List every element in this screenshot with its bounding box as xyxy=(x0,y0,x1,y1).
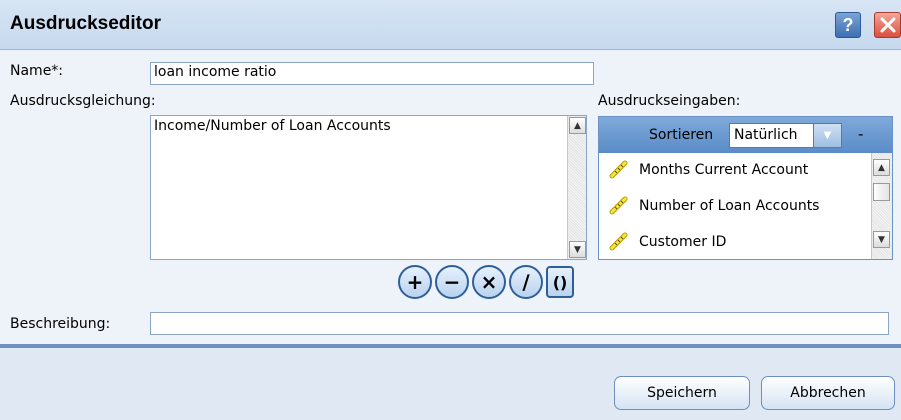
inputs-header: Sortieren Natürlich ▼ - xyxy=(599,117,892,153)
scroll-down-button[interactable]: ▼ xyxy=(569,241,586,258)
collapse-button[interactable]: - xyxy=(858,125,863,143)
operator-buttons: + − × ∕ () xyxy=(398,265,574,299)
multiply-icon: × xyxy=(480,270,498,294)
equation-textarea[interactable]: Income/Number of Loan Accounts ▲ ▼ xyxy=(150,115,587,260)
divide-icon: ∕ xyxy=(522,270,530,294)
sort-label: Sortieren xyxy=(649,127,714,143)
name-label: Name*: xyxy=(10,63,64,79)
title-bar: Ausdruckseditor ? xyxy=(0,0,901,50)
minus-icon: − xyxy=(443,270,461,294)
equation-label: Ausdrucksgleichung: xyxy=(10,93,156,109)
list-item-label: Customer ID xyxy=(639,234,727,250)
window-title: Ausdruckseditor xyxy=(10,13,161,34)
ruler-icon xyxy=(609,160,628,179)
inputs-scrollbar[interactable]: ▲ ▼ xyxy=(871,153,892,259)
ruler-icon xyxy=(609,232,628,251)
close-button[interactable] xyxy=(874,12,901,38)
parentheses-button[interactable]: () xyxy=(546,266,574,298)
divide-button[interactable]: ∕ xyxy=(509,265,543,299)
list-item-label: Months Current Account xyxy=(639,162,809,178)
description-label: Beschreibung: xyxy=(10,316,111,332)
equation-scrollbar[interactable]: ▲ ▼ xyxy=(567,116,586,259)
list-item-label: Number of Loan Accounts xyxy=(639,198,820,214)
plus-button[interactable]: + xyxy=(398,265,432,299)
inputs-label: Ausdruckseingaben: xyxy=(598,93,741,109)
help-button[interactable]: ? xyxy=(835,12,861,38)
dialog-footer: Speichern Abbrechen xyxy=(0,348,901,420)
arrow-down-icon: ▼ xyxy=(878,234,885,245)
dialog-content: Name*: loan income ratio Ausdrucksgleich… xyxy=(0,51,901,371)
help-icon: ? xyxy=(842,14,854,35)
cancel-button[interactable]: Abbrechen xyxy=(761,376,895,410)
chevron-down-icon[interactable]: ▼ xyxy=(813,124,841,147)
equation-text: Income/Number of Loan Accounts xyxy=(154,118,391,134)
scroll-up-button[interactable]: ▲ xyxy=(569,117,586,134)
arrow-down-icon: ▼ xyxy=(574,244,581,255)
list-item[interactable]: Number of Loan Accounts xyxy=(599,189,871,225)
save-button[interactable]: Speichern xyxy=(614,376,750,410)
description-input[interactable] xyxy=(150,312,889,335)
name-input[interactable]: loan income ratio xyxy=(150,62,594,85)
multiply-button[interactable]: × xyxy=(472,265,506,299)
sort-value: Natürlich xyxy=(734,127,798,143)
parentheses-icon: () xyxy=(552,272,568,292)
inputs-scroll-down-button[interactable]: ▼ xyxy=(873,231,890,248)
list-item[interactable]: Months Current Account xyxy=(599,153,871,189)
sort-dropdown[interactable]: Natürlich ▼ xyxy=(729,123,842,148)
ruler-icon xyxy=(609,196,628,215)
arrow-up-icon: ▲ xyxy=(878,162,885,173)
close-icon xyxy=(880,17,895,33)
expression-inputs-panel: Sortieren Natürlich ▼ - Months Current A… xyxy=(598,116,893,260)
scroll-thumb[interactable] xyxy=(873,183,890,201)
list-item[interactable]: Customer ID xyxy=(599,225,871,259)
inputs-scroll-up-button[interactable]: ▲ xyxy=(873,159,890,176)
plus-icon: + xyxy=(406,270,424,294)
minus-button[interactable]: − xyxy=(435,265,469,299)
arrow-up-icon: ▲ xyxy=(574,120,581,131)
